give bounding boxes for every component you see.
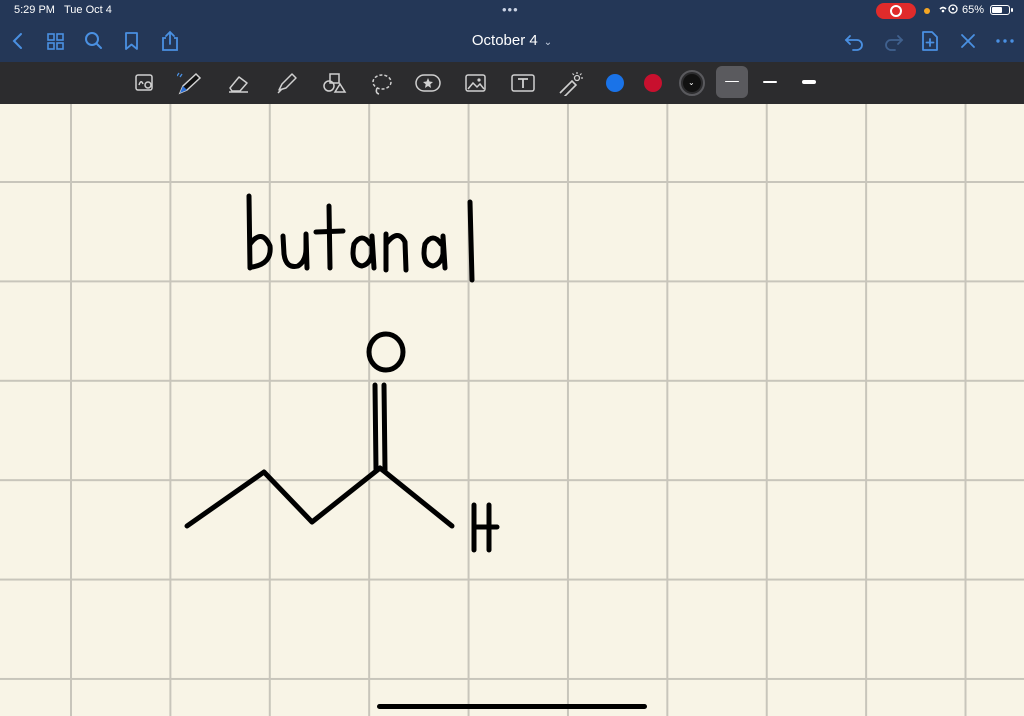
eraser-tool-icon[interactable] — [226, 72, 250, 94]
stroke-width-thick-line — [802, 80, 816, 84]
chevron-down-icon: ⌄ — [688, 78, 695, 87]
highlighter-tool-icon[interactable] — [274, 72, 298, 94]
text-tool-icon[interactable] — [510, 72, 535, 94]
note-canvas[interactable]: butanal O H — [0, 104, 1024, 716]
close-icon[interactable] — [958, 30, 978, 58]
more-icon[interactable] — [994, 30, 1016, 58]
drawing-toolbar: ⌄ — [0, 62, 1024, 105]
status-bar: 5:29 PM Tue Oct 4 ••• 65% — [0, 0, 1024, 22]
zoom-window-tool-icon[interactable] — [133, 72, 157, 94]
home-indicator[interactable] — [377, 704, 647, 709]
color-swatch-red[interactable] — [644, 74, 662, 92]
screen-recording-icon[interactable] — [876, 3, 916, 19]
handwriting-layer — [184, 193, 500, 553]
date: Tue Oct 4 — [64, 4, 112, 16]
laser-pointer-tool-icon[interactable] — [557, 72, 583, 98]
chevron-down-icon: ⌄ — [543, 37, 553, 48]
battery-level — [992, 7, 1003, 13]
battery-tip-icon — [1011, 8, 1013, 12]
mic-indicator-icon — [924, 8, 930, 14]
multitasking-dots-icon[interactable]: ••• — [502, 2, 519, 17]
document-title-menu[interactable]: October 4 ⌄ — [0, 32, 1024, 49]
elements-tool-icon[interactable] — [414, 72, 441, 94]
document-title: October 4 — [471, 32, 538, 49]
stroke-width-thin-line — [725, 81, 739, 82]
clock: 5:29 PM — [14, 4, 55, 16]
lasso-tool-icon[interactable] — [369, 72, 393, 95]
shapes-tool-icon[interactable] — [321, 72, 347, 94]
stroke-width-medium-line — [763, 81, 777, 83]
stroke-width-thick[interactable] — [797, 72, 821, 92]
wifi-icon — [934, 3, 958, 20]
color-swatch-blue[interactable] — [606, 74, 624, 92]
structure-ink — [184, 331, 500, 553]
add-page-icon[interactable] — [920, 30, 940, 58]
battery-percent: 65% — [962, 4, 985, 16]
redo-icon[interactable] — [882, 30, 904, 58]
battery-icon — [990, 5, 1010, 15]
stroke-width-medium[interactable] — [758, 72, 782, 92]
stroke-width-thin-selected[interactable] — [716, 66, 748, 98]
undo-icon[interactable] — [844, 30, 866, 58]
navigation-bar: October 4 ⌄ — [0, 22, 1024, 62]
pen-tool-icon[interactable] — [176, 72, 202, 95]
image-tool-icon[interactable] — [463, 72, 487, 94]
